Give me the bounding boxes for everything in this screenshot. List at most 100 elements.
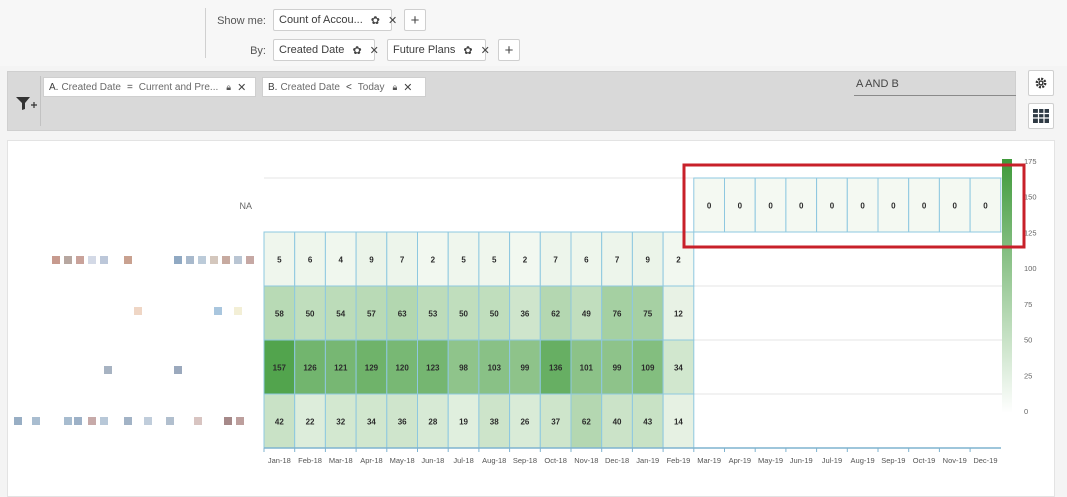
filter-bar: A. Created Date = Current and Pre... 🔒︎ … [7,71,1016,131]
cell-value: 6 [584,256,589,265]
x-tick-label: Jan-18 [268,456,291,465]
x-tick-label: Jul-18 [453,456,473,465]
gear-icon[interactable]: ✿ [352,44,361,57]
cell-value: 36 [398,418,407,427]
filter-field: Created Date [61,81,121,93]
redacted-label-block [134,307,142,315]
row-label-blur [14,256,254,425]
gear-icon[interactable]: ✿ [463,44,472,57]
cell-value: 75 [643,310,652,319]
redacted-label-block [104,366,112,374]
plus-icon: + [504,41,514,59]
redacted-label-block [234,307,242,315]
chart-panel: NA 0 0 0 0 0 0 0 0 0 0 5 6 4 9 7 2 5 5 2 7 6 7 9 2 58 50 54 57 63 53 50… [7,140,1055,497]
table-view-button[interactable] [1028,103,1054,129]
redacted-label-block [224,417,232,425]
legend-tick-label: 175 [1024,157,1037,166]
redacted-label-block [124,417,132,425]
redacted-label-block [174,366,182,374]
cell-value: 0 [922,202,927,211]
table-view-icon [1033,109,1049,123]
cell-value: 32 [336,418,345,427]
show-me-pill[interactable]: Count of Accou... ✿ ✕ [273,9,397,31]
group-by-pill-future-plans[interactable]: Future Plans ✿ ✕ [387,39,490,61]
x-tick-label: Aug-18 [482,456,506,465]
x-tick-label: Sep-18 [513,456,537,465]
settings-button[interactable] [1028,70,1054,96]
cell-value: 7 [615,256,620,265]
cell-value: 7 [553,256,558,265]
redacted-label-block [214,307,222,315]
cell-value: 14 [674,418,683,427]
cell-value: 0 [891,202,896,211]
redacted-label-block [198,256,206,264]
cell-value: 26 [520,418,529,427]
lock-icon[interactable]: 🔒︎ [392,82,397,93]
cell-value: 36 [520,310,529,319]
filter-operator: = [126,81,133,93]
redacted-label-block [210,256,218,264]
cell-value: 40 [613,418,622,427]
redacted-label-block [234,256,242,264]
color-legend: 175 150 125 100 75 50 25 0 [1002,157,1037,416]
cell-value: 49 [582,310,591,319]
legend-tick-label: 25 [1024,371,1032,380]
gear-icon[interactable]: ✿ [371,14,380,27]
redacted-label-block [166,417,174,425]
cell-value: 53 [428,310,437,319]
close-icon[interactable]: ✕ [237,81,246,94]
heatmap-chart: NA 0 0 0 0 0 0 0 0 0 05 6 4 9 7 2 5 5 2 7 6 7 9 258 50 54 57 63 53 50… [14,157,1037,465]
close-icon[interactable]: ✕ [403,81,412,94]
add-grouping-button[interactable]: + [498,39,520,61]
x-tick-label: Nov-18 [574,456,598,465]
filter-value: Current and Pre... [138,81,219,93]
group-by-pill-created-date[interactable]: Created Date ✿ ✕ [273,39,379,61]
legend-tick-label: 50 [1024,336,1032,345]
legend-tick-label: 0 [1024,407,1028,416]
group-by-pill-label: Created Date [279,44,345,56]
filter-pill-a[interactable]: A. Created Date = Current and Pre... 🔒︎ … [43,77,256,97]
cell-value: 43 [643,418,652,427]
x-tick-label: Jun-19 [790,456,813,465]
cell-value: 34 [367,418,376,427]
cell-value: 50 [306,310,315,319]
cell-value: 54 [336,310,345,319]
cell-value: 6 [308,256,313,265]
close-icon[interactable]: ✕ [388,14,397,27]
cell-value: 99 [613,364,622,373]
redacted-label-block [100,417,108,425]
cell-value: 76 [613,310,622,319]
redacted-label-block [186,256,194,264]
filter-icon[interactable] [12,94,38,112]
close-icon[interactable]: ✕ [481,44,490,57]
filter-pill-b[interactable]: B. Created Date < Today 🔒︎ ✕ [262,77,426,97]
legend-gradient [1002,159,1012,413]
x-tick-label: Aug-19 [851,456,875,465]
cell-value: 109 [641,364,655,373]
filter-logic-input[interactable]: A AND B [854,78,1016,96]
cell-value: 57 [367,310,376,319]
show-me-pill-label: Count of Accou... [279,14,363,26]
add-measure-button[interactable]: + [404,9,426,31]
show-me-label: Show me: [217,15,266,27]
cell-value: 5 [277,256,282,265]
legend-tick-label: 125 [1024,228,1037,237]
cell-value: 42 [275,418,284,427]
cell-value: 0 [707,202,712,211]
cell-value: 0 [799,202,804,211]
cell-value: 120 [395,364,409,373]
filter-divider [40,76,41,126]
redacted-label-block [88,417,96,425]
heatmap-cells: NA 0 0 0 0 0 0 0 0 0 05 6 4 9 7 2 5 5 2 7 6 7 9 258 50 54 57 63 53 50… [239,177,1002,449]
close-icon[interactable]: ✕ [370,44,379,57]
cell-value: 2 [676,256,681,265]
x-axis: Jan-18 Feb-18 Mar-18 Apr-18 May-18 Jun-18 Jul-… [263,447,1001,465]
cell-value: 98 [459,364,468,373]
legend-tick-label: 100 [1024,264,1037,273]
cell-value: 136 [549,364,563,373]
grouping-controls: Show me: Count of Accou... ✿ ✕ + By: Cre… [0,0,1067,66]
x-tick-label: Feb-19 [667,456,691,465]
cell-value: 12 [674,310,683,319]
lock-icon[interactable]: 🔒︎ [226,82,231,93]
group-by-pill-label: Future Plans [393,44,456,56]
